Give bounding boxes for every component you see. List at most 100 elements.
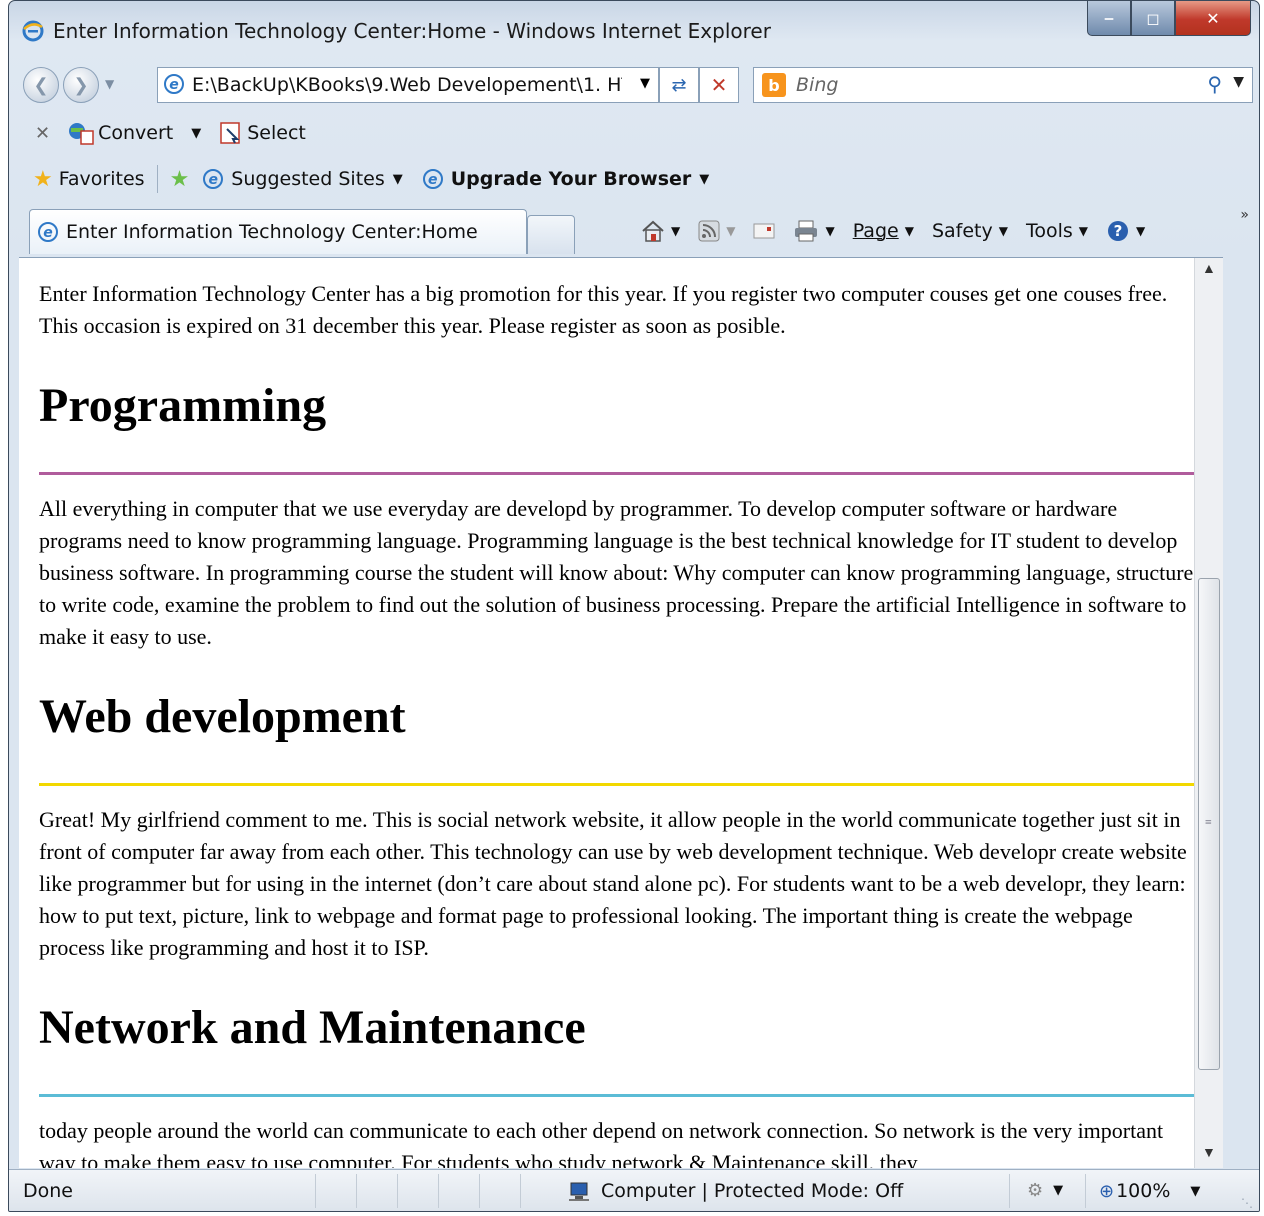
suggested-sites-label: Suggested Sites <box>231 168 385 190</box>
status-bar: Done Computer | Protected Mode: Off ⚙ ▼ … <box>9 1169 1259 1211</box>
zoom-dropdown-icon: ▼ <box>1190 1183 1201 1199</box>
upgrade-dropdown-icon: ▼ <box>699 171 710 187</box>
address-dropdown-icon[interactable]: ▼ <box>640 76 650 91</box>
refresh-button[interactable]: ⇄ <box>659 67 699 103</box>
print-dropdown-icon[interactable]: ▼ <box>825 224 834 238</box>
search-icon[interactable]: ⚲ <box>1207 72 1222 96</box>
status-text: Done <box>23 1180 73 1202</box>
page-menu[interactable]: Page ▼ <box>853 220 914 242</box>
suggested-dropdown-icon: ▼ <box>392 171 403 187</box>
command-bar: ▼ ▼ ▼ Page ▼ Safety ▼ Tools ▼ ? ▼ <box>641 215 1163 247</box>
title-bar: Enter Information Technology Center:Home… <box>9 1 1259 57</box>
home-button[interactable]: ▼ <box>641 220 680 242</box>
favorites-button[interactable]: ★ Favorites <box>33 167 145 192</box>
status-panel <box>520 1174 561 1208</box>
new-tab-button[interactable] <box>527 215 575 254</box>
status-panel <box>397 1174 438 1208</box>
suggested-sites-link[interactable]: e Suggested Sites ▼ <box>203 168 403 190</box>
toolbar-close-icon[interactable]: ✕ <box>35 123 50 144</box>
forward-button[interactable]: ❯ <box>63 67 99 103</box>
tools-menu-label: Tools <box>1025 220 1073 242</box>
status-divider <box>1009 1174 1010 1208</box>
home-icon <box>642 220 664 242</box>
search-input[interactable]: Bing <box>796 74 838 96</box>
divider-programming <box>39 472 1203 475</box>
window-title: Enter Information Technology Center:Home… <box>53 19 771 43</box>
print-button[interactable]: ▼ <box>793 219 835 243</box>
close-button[interactable]: ✕ <box>1175 1 1251 36</box>
select-pdf-icon <box>220 122 240 144</box>
divider-web-development <box>39 783 1203 786</box>
tab-label: Enter Information Technology Center:Home <box>66 221 478 243</box>
upgrade-label: Upgrade Your Browser <box>450 168 692 190</box>
scroll-down-icon[interactable]: ▼ <box>1202 1146 1216 1162</box>
tab-home[interactable]: e Enter Information Technology Center:Ho… <box>29 209 527 254</box>
ie-logo-icon <box>22 20 44 42</box>
zone-label: Computer | Protected Mode: Off <box>601 1180 904 1202</box>
convert-label: Convert <box>98 122 174 144</box>
select-button[interactable]: Select <box>219 121 306 145</box>
feeds-button[interactable]: ▼ <box>698 220 735 242</box>
paragraph-web-development: Great! My girlfriend comment to me. This… <box>39 807 1187 960</box>
back-button[interactable]: ❮ <box>23 67 59 103</box>
address-input[interactable]: E:\BackUp\KBooks\9.Web Developement\1. H… <box>192 74 622 96</box>
suggested-sites-ie-icon: e <box>203 169 224 189</box>
scroll-up-icon[interactable]: ▲ <box>1202 262 1216 278</box>
rss-feed-icon <box>698 220 720 242</box>
stop-button[interactable]: ✕ <box>699 67 739 103</box>
mail-icon <box>753 223 775 239</box>
heading-programming: Programming <box>39 379 327 432</box>
divider-network-maintenance <box>39 1094 1203 1097</box>
printer-icon <box>795 220 818 242</box>
convert-dropdown-icon[interactable]: ▼ <box>191 126 201 141</box>
status-panel <box>479 1174 520 1208</box>
favorites-label: Favorites <box>58 168 145 190</box>
forward-arrow-icon: ❯ <box>73 74 89 96</box>
vertical-scrollbar[interactable]: ▲ ≡ ▼ <box>1194 258 1223 1168</box>
address-bar[interactable]: e E:\BackUp\KBooks\9.Web Developement\1.… <box>157 67 659 103</box>
upgrade-browser-link[interactable]: e Upgrade Your Browser ▼ <box>422 168 710 190</box>
favorites-star-icon: ★ <box>33 166 53 192</box>
history-dropdown-icon[interactable]: ▼ <box>105 77 114 91</box>
convert-button[interactable]: Convert ▼ <box>68 121 201 145</box>
zoom-level: 100% <box>1116 1180 1171 1202</box>
help-button[interactable]: ? ▼ <box>1106 219 1145 243</box>
security-dropdown-icon: ▼ <box>1053 1183 1064 1198</box>
status-panel <box>356 1174 397 1208</box>
heading-network-maintenance: Network and Maintenance <box>39 1001 586 1054</box>
help-dropdown-icon: ▼ <box>1136 224 1146 238</box>
safety-menu[interactable]: Safety ▼ <box>932 220 1008 242</box>
home-dropdown-icon[interactable]: ▼ <box>671 224 680 238</box>
minimize-button[interactable]: ⎯ <box>1087 1 1131 36</box>
convert-pdf-icon <box>69 123 94 145</box>
search-box[interactable]: b Bing ⚲ ▼ <box>753 67 1253 103</box>
page-dropdown-icon: ▼ <box>904 224 914 238</box>
search-dropdown-icon[interactable]: ▼ <box>1233 74 1244 90</box>
bing-logo-icon: b <box>762 73 786 97</box>
heading-web-development: Web development <box>39 690 406 743</box>
status-panels <box>315 1174 561 1208</box>
navigation-bar: ❮ ❯ ▼ e E:\BackUp\KBooks\9.Web Developem… <box>9 59 1259 109</box>
computer-zone-icon <box>569 1182 589 1201</box>
stop-icon: ✕ <box>710 73 728 97</box>
svg-text:?: ? <box>1114 222 1123 240</box>
add-favorites-icon[interactable]: ★ <box>170 167 190 192</box>
security-zone[interactable]: Computer | Protected Mode: Off <box>569 1180 903 1202</box>
security-lock-icon: ⚙ <box>1027 1180 1044 1201</box>
browser-window: Enter Information Technology Center:Home… <box>8 0 1260 1212</box>
protected-mode-button[interactable]: ⚙ ▼ <box>1027 1180 1063 1201</box>
intro-paragraph: Enter Information Technology Center has … <box>39 281 1168 338</box>
scrollbar-thumb[interactable]: ≡ <box>1198 578 1220 1070</box>
zoom-control[interactable]: ⊕ 100% ▼ <box>1099 1180 1200 1202</box>
paragraph-network-maintenance: today people around the world can commun… <box>39 1118 1164 1168</box>
upgrade-ie-icon: e <box>422 169 443 189</box>
maximize-button[interactable]: ◻ <box>1131 1 1175 36</box>
page-content: Enter Information Technology Center has … <box>19 257 1223 1168</box>
mail-button[interactable] <box>753 222 775 240</box>
feeds-dropdown-icon[interactable]: ▼ <box>726 224 735 238</box>
status-panel <box>438 1174 479 1208</box>
paragraph-programming: All everything in computer that we use e… <box>39 496 1194 649</box>
toolbar-overflow-chevron-icon[interactable]: » <box>1240 207 1249 223</box>
tools-menu[interactable]: Tools ▼ <box>1026 220 1088 242</box>
resize-grip-icon[interactable]: ⋱ <box>1241 1196 1253 1210</box>
